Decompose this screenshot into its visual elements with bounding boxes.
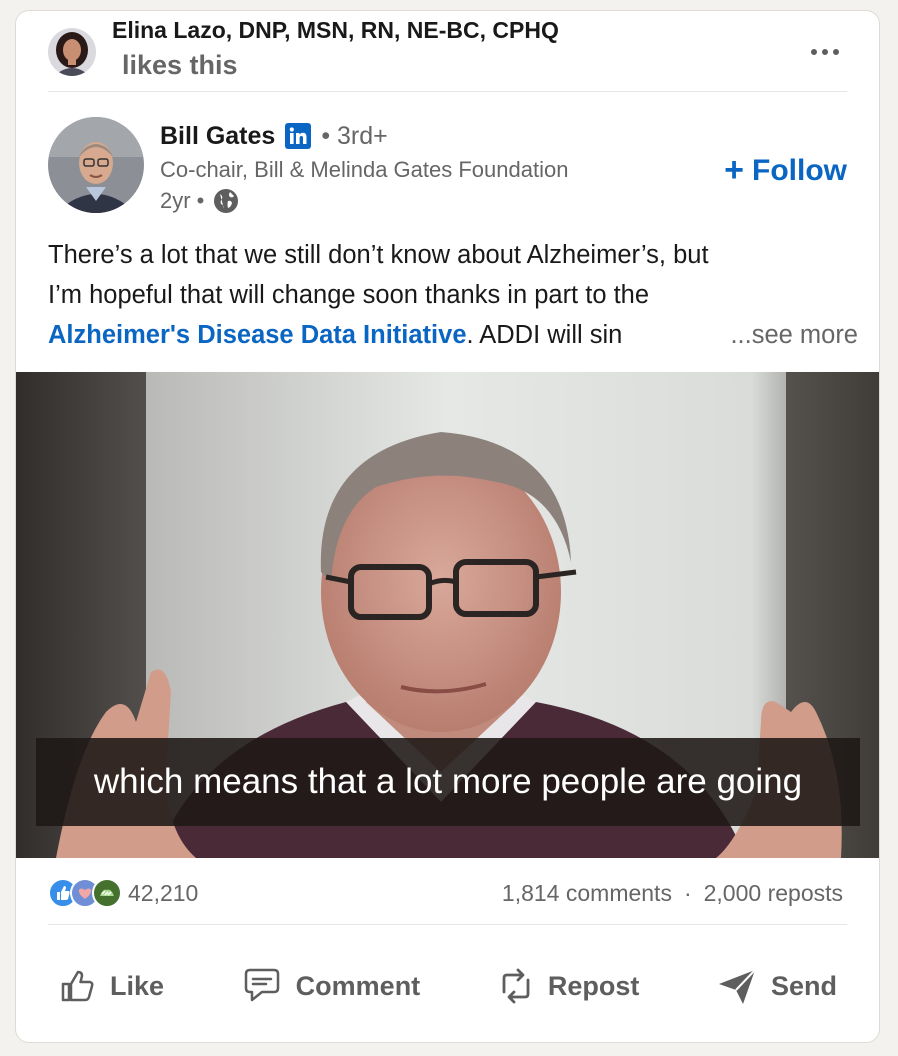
comments-count[interactable]: 1,814 comments: [502, 880, 672, 907]
support-reaction-icon: [92, 878, 122, 908]
send-button[interactable]: Send: [705, 960, 847, 1012]
reactions-summary[interactable]: 42,210: [48, 878, 198, 908]
globe-icon: [214, 189, 239, 213]
video-player[interactable]: which means that a lot more people are g…: [16, 372, 879, 858]
linkedin-icon: [285, 123, 312, 149]
repost-label: Repost: [547, 970, 640, 1001]
header-divider: [48, 91, 847, 92]
comment-button[interactable]: Comment: [230, 960, 431, 1012]
actor-name[interactable]: Elina Lazo, DNP, MSN, RN, NE-BC, CPHQ: [112, 17, 559, 43]
post-text-line: There’s a lot that we still don’t know a…: [48, 241, 709, 269]
repost-icon: [502, 968, 530, 1004]
author-avatar[interactable]: [48, 117, 144, 213]
repost-button[interactable]: Repost: [486, 960, 650, 1012]
like-label: Like: [110, 970, 165, 1001]
count-separator: ·: [683, 879, 692, 906]
see-more-button[interactable]: ...see more: [722, 315, 858, 355]
actor-avatar[interactable]: [48, 28, 96, 76]
author-headline: Co-chair, Bill & Melinda Gates Foundatio…: [160, 157, 569, 182]
reaction-count: 42,210: [128, 879, 199, 906]
follow-button[interactable]: + Follow: [724, 151, 847, 190]
video-caption: which means that a lot more people are g…: [36, 738, 860, 826]
follow-label: Follow: [752, 153, 847, 187]
reposts-count[interactable]: 2,000 reposts: [704, 880, 843, 907]
thumbs-up-icon: [61, 970, 94, 1002]
like-button[interactable]: Like: [48, 960, 174, 1012]
post-time: 2yr •: [160, 188, 205, 213]
ellipsis-icon[interactable]: [803, 37, 847, 67]
post-text-rest: . ADDI will sin: [466, 321, 623, 349]
post-actions: Like Comment Repost Send: [48, 951, 847, 1021]
post-text-line: I’m hopeful that will change soon thanks…: [48, 281, 650, 309]
social-context-header: Elina Lazo, DNP, MSN, RN, NE-BC, CPHQ li…: [48, 17, 847, 80]
actions-divider: [48, 924, 847, 925]
comment-icon: [244, 968, 279, 1002]
feed-post-card: Elina Lazo, DNP, MSN, RN, NE-BC, CPHQ li…: [15, 10, 880, 1043]
social-counts: 42,210 1,814 comments · 2,000 reposts: [48, 875, 843, 911]
comment-label: Comment: [295, 970, 421, 1001]
social-context-text: Elina Lazo, DNP, MSN, RN, NE-BC, CPHQ li…: [112, 17, 559, 87]
author-name[interactable]: Bill Gates: [160, 122, 275, 151]
plus-icon: +: [724, 151, 745, 189]
addi-link[interactable]: Alzheimer's Disease Data Initiative: [48, 321, 467, 349]
post-text-line: Alzheimer's Disease Data Initiative. ADD…: [48, 315, 858, 355]
post-text: There’s a lot that we still don’t know a…: [48, 235, 858, 355]
author-info: Bill Gates • 3rd+ Co-chair, Bill & Melin…: [160, 119, 568, 215]
social-action: likes this: [122, 50, 238, 80]
send-icon: [718, 969, 756, 1004]
connection-degree: • 3rd+: [321, 121, 388, 150]
send-label: Send: [770, 970, 837, 1001]
